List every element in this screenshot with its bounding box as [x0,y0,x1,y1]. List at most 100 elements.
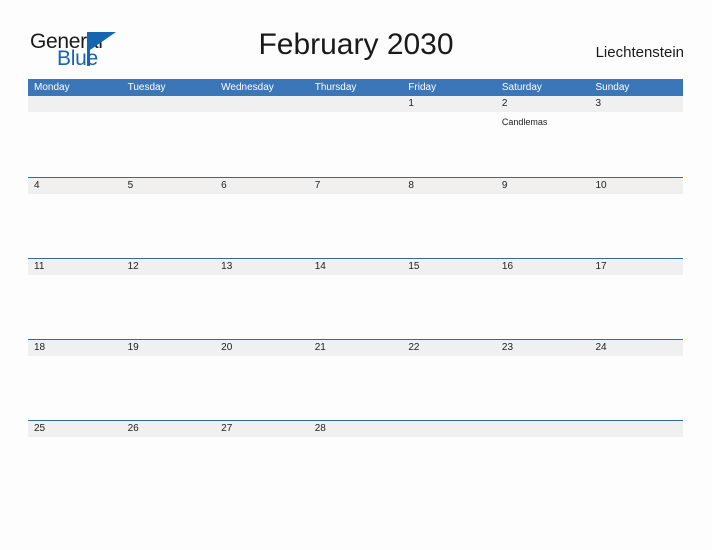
event-cell[interactable] [402,356,496,420]
event-cell[interactable] [496,356,590,420]
event-cell[interactable] [309,356,403,420]
event-cell[interactable]: Candlemas [496,112,590,176]
day-cell[interactable]: 28 [309,421,403,437]
day-cell[interactable]: 21 [309,340,403,356]
day-cell[interactable]: 2 [496,96,590,112]
day-cell[interactable]: 10 [589,178,683,194]
day-cell[interactable]: 11 [28,259,122,275]
week-date-band: 25 26 27 28 [28,421,683,437]
day-cell[interactable]: 27 [215,421,309,437]
weekday-header-row: Monday Tuesday Wednesday Thursday Friday… [28,79,683,96]
week-date-band: 11 12 13 14 15 16 17 [28,259,683,275]
day-cell[interactable]: 13 [215,259,309,275]
event-cell[interactable] [309,275,403,339]
week-date-band: 1 2 3 [28,96,683,112]
event-cell[interactable] [589,194,683,258]
day-cell[interactable] [496,421,590,437]
day-cell[interactable]: 16 [496,259,590,275]
event-cell[interactable] [589,437,683,501]
event-cell[interactable] [28,194,122,258]
event-cell[interactable] [28,275,122,339]
day-cell[interactable] [28,96,122,112]
day-cell[interactable] [215,96,309,112]
event-cell[interactable] [589,356,683,420]
event-cell[interactable] [496,194,590,258]
event-cell[interactable] [309,194,403,258]
event-cell[interactable] [589,275,683,339]
event-cell[interactable] [309,112,403,176]
day-cell[interactable]: 23 [496,340,590,356]
day-cell[interactable]: 18 [28,340,122,356]
week-event-band [28,194,683,258]
day-number: 2 [501,98,508,109]
day-number: 23 [501,342,514,353]
event-cell[interactable] [496,437,590,501]
day-number: 19 [127,342,139,353]
day-cell[interactable]: 25 [28,421,122,437]
event-cell[interactable] [496,275,590,339]
event-label: Candlemas [501,117,548,127]
day-number: 26 [127,423,139,434]
day-cell[interactable]: 9 [496,178,590,194]
day-number: 18 [34,342,46,353]
week-event-band [28,437,683,501]
day-cell[interactable]: 20 [215,340,309,356]
day-cell[interactable]: 26 [122,421,216,437]
calendar-page: General Blue February 2030 Liechtenstein… [0,0,712,550]
day-cell[interactable]: 4 [28,178,122,194]
event-cell[interactable] [122,356,216,420]
day-cell[interactable]: 8 [402,178,496,194]
event-cell[interactable] [122,112,216,176]
day-cell[interactable] [309,96,403,112]
event-cell[interactable] [28,356,122,420]
event-cell[interactable] [215,194,309,258]
event-cell[interactable] [215,437,309,501]
day-cell[interactable]: 7 [309,178,403,194]
week-event-band: Candlemas [28,112,683,176]
week-row: 11 12 13 14 15 16 17 [28,258,683,339]
day-cell[interactable]: 15 [402,259,496,275]
event-cell[interactable] [589,112,683,176]
day-number: 27 [221,423,233,434]
day-cell[interactable]: 3 [589,96,683,112]
event-cell[interactable] [215,112,309,176]
event-cell[interactable] [402,437,496,501]
event-cell[interactable] [122,194,216,258]
day-number: 25 [34,423,46,434]
week-event-band [28,275,683,339]
event-cell[interactable] [122,437,216,501]
event-cell[interactable] [215,275,309,339]
event-cell[interactable] [402,194,496,258]
day-number: 8 [408,180,414,191]
day-number: 3 [595,98,602,109]
day-cell[interactable]: 22 [402,340,496,356]
day-cell[interactable]: 14 [309,259,403,275]
day-cell[interactable]: 1 [402,96,496,112]
week-event-band [28,356,683,420]
event-cell[interactable] [28,112,122,176]
day-cell[interactable]: 17 [589,259,683,275]
event-cell[interactable] [215,356,309,420]
day-number: 24 [595,342,607,353]
day-number: 17 [595,261,607,272]
day-cell[interactable]: 24 [589,340,683,356]
event-cell[interactable] [402,275,496,339]
event-cell[interactable] [309,437,403,501]
day-cell[interactable] [589,421,683,437]
event-cell[interactable] [122,275,216,339]
day-cell[interactable]: 12 [122,259,216,275]
day-number: 9 [501,180,508,191]
day-number: 16 [501,261,514,272]
weekday-header-monday: Monday [34,82,70,93]
day-cell[interactable] [122,96,216,112]
event-cell[interactable] [28,437,122,501]
event-cell[interactable] [402,112,496,176]
day-number: 22 [408,342,420,353]
day-cell[interactable]: 6 [215,178,309,194]
weekday-header-sunday: Sunday [595,82,630,93]
weekday-header-wednesday: Wednesday [221,82,274,93]
day-cell[interactable]: 19 [122,340,216,356]
day-number: 11 [34,261,45,272]
day-cell[interactable]: 5 [122,178,216,194]
day-cell[interactable] [402,421,496,437]
